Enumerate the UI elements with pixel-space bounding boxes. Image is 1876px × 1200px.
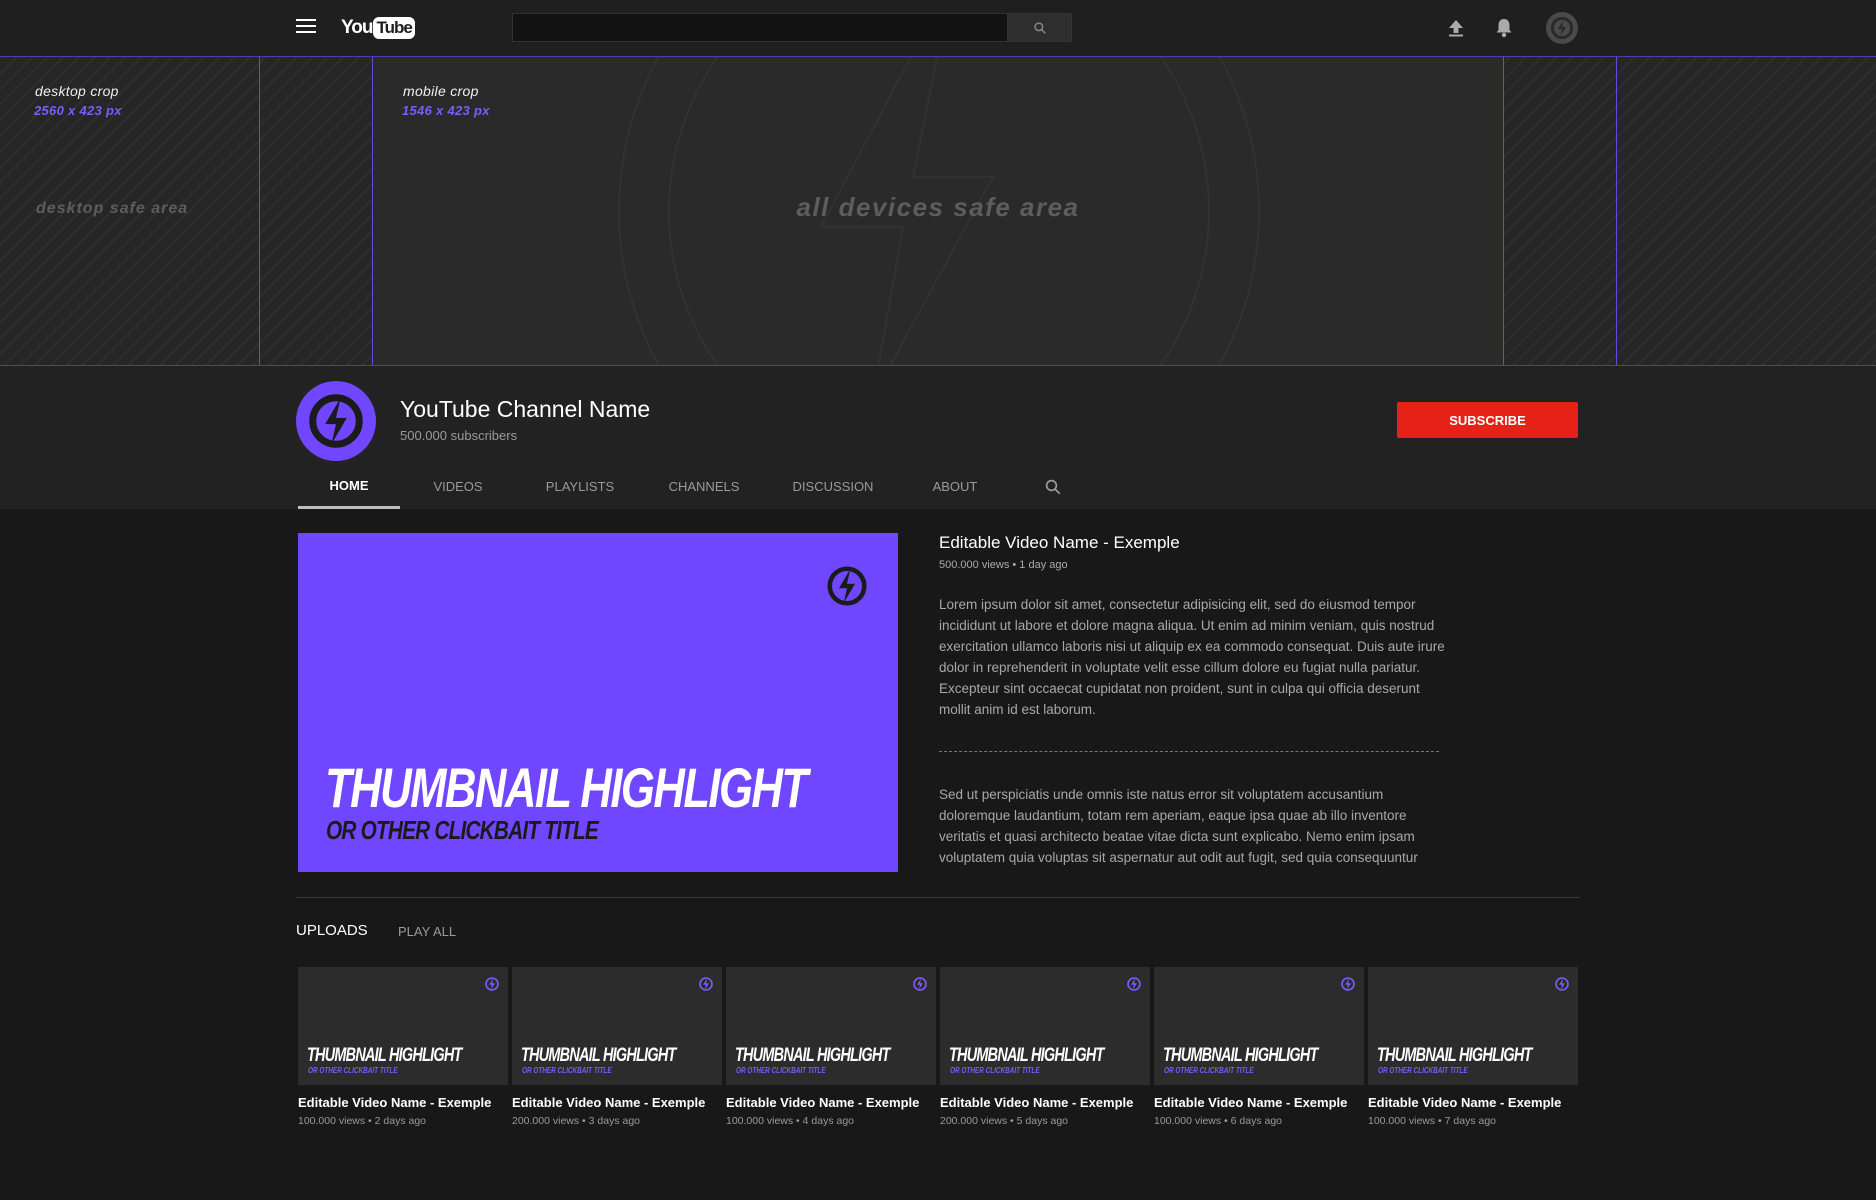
video-thumbnail[interactable]: THUMBNAIL HIGHLIGHT OR OTHER CLICKBAIT TI… <box>726 967 936 1085</box>
featured-thumbnail-subtitle: OR OTHER CLICKBAIT TITLE <box>326 815 599 845</box>
mobile-crop-label: mobile crop <box>403 83 479 99</box>
featured-video-meta: 500.000 views • 1 day ago <box>939 559 1068 571</box>
video-title[interactable]: Editable Video Name - Exemple <box>512 1095 722 1110</box>
featured-thumbnail-title: THUMBNAIL HIGHLIGHT <box>325 756 808 819</box>
channel-header: YouTube Channel Name 500.000 subscribers… <box>0 366 1876 509</box>
channel-search-button[interactable] <box>1040 464 1066 509</box>
uploads-section-title: UPLOADS <box>296 922 368 939</box>
desktop-safe-area-label: desktop safe area <box>36 200 189 217</box>
channel-banner: desktop crop 2560 x 423 px desktop safe … <box>0 56 1876 366</box>
search-button[interactable] <box>1007 13 1072 42</box>
hamburger-menu-icon[interactable] <box>296 19 316 35</box>
video-thumbnail-title: THUMBNAIL HIGHLIGHT <box>1163 1045 1318 1066</box>
video-thumbnail-subtitle: OR OTHER CLICKBAIT TITLE <box>950 1066 1040 1075</box>
channel-logo-icon <box>913 977 927 991</box>
desktop-crop-size: 2560 x 423 px <box>34 103 122 118</box>
subscriber-count: 500.000 subscribers <box>400 428 518 443</box>
desktop-safe-boundary-right <box>1616 57 1617 365</box>
video-thumbnail-title: THUMBNAIL HIGHLIGHT <box>521 1045 676 1066</box>
youtube-logo[interactable]: You Tube <box>341 14 415 42</box>
logo-tube-text: Tube <box>373 17 415 39</box>
video-card[interactable]: THUMBNAIL HIGHLIGHT OR OTHER CLICKBAIT TI… <box>726 967 936 1137</box>
video-meta: 100.000 views • 4 days ago <box>726 1115 855 1127</box>
search-icon <box>1033 21 1046 34</box>
channel-logo-icon <box>485 977 499 991</box>
featured-video-description: Lorem ipsum dolor sit amet, consectetur … <box>939 597 1445 717</box>
video-thumbnail-subtitle: OR OTHER CLICKBAIT TITLE <box>1378 1066 1468 1075</box>
section-divider <box>296 897 1580 898</box>
channel-avatar[interactable] <box>296 381 376 461</box>
video-card[interactable]: THUMBNAIL HIGHLIGHT OR OTHER CLICKBAIT TI… <box>298 967 508 1137</box>
video-thumbnail-title: THUMBNAIL HIGHLIGHT <box>307 1045 462 1066</box>
channel-logo-icon <box>1555 977 1569 991</box>
logo-you-text: You <box>341 17 374 38</box>
play-all-button[interactable]: PLAY ALL <box>398 924 456 939</box>
video-card[interactable]: THUMBNAIL HIGHLIGHT OR OTHER CLICKBAIT TI… <box>1368 967 1578 1137</box>
channel-logo-icon <box>309 394 363 448</box>
tab-videos[interactable]: VIDEOS <box>420 464 496 509</box>
notifications-button[interactable] <box>1492 16 1516 40</box>
video-meta: 100.000 views • 6 days ago <box>1154 1115 1283 1127</box>
video-thumbnail[interactable]: THUMBNAIL HIGHLIGHT OR OTHER CLICKBAIT TI… <box>512 967 722 1085</box>
channel-home-content: THUMBNAIL HIGHLIGHT OR OTHER CLICKBAIT T… <box>0 509 1876 1200</box>
video-title[interactable]: Editable Video Name - Exemple <box>726 1095 936 1110</box>
video-card[interactable]: THUMBNAIL HIGHLIGHT OR OTHER CLICKBAIT TI… <box>1154 967 1364 1137</box>
video-thumbnail-subtitle: OR OTHER CLICKBAIT TITLE <box>736 1066 826 1075</box>
bell-icon <box>1496 19 1512 38</box>
video-thumbnail-title: THUMBNAIL HIGHLIGHT <box>1377 1045 1532 1066</box>
search-icon <box>1045 479 1061 494</box>
mobile-safe-area: mobile crop 1546 x 423 px all devices sa… <box>372 57 1504 365</box>
upload-icon <box>1449 20 1463 37</box>
video-meta: 100.000 views • 7 days ago <box>1368 1115 1497 1127</box>
desktop-safe-boundary-left <box>259 57 260 365</box>
video-thumbnail[interactable]: THUMBNAIL HIGHLIGHT OR OTHER CLICKBAIT TI… <box>940 967 1150 1085</box>
channel-logo-icon <box>699 977 713 991</box>
video-meta: 200.000 views • 5 days ago <box>940 1115 1069 1127</box>
mobile-crop-size: 1546 x 423 px <box>402 103 490 118</box>
tab-home[interactable]: HOME <box>298 464 400 509</box>
desktop-crop-label: desktop crop <box>35 83 119 99</box>
video-thumbnail[interactable]: THUMBNAIL HIGHLIGHT OR OTHER CLICKBAIT TI… <box>298 967 508 1085</box>
featured-video-thumbnail[interactable]: THUMBNAIL HIGHLIGHT OR OTHER CLICKBAIT T… <box>298 533 898 872</box>
video-thumbnail-subtitle: OR OTHER CLICKBAIT TITLE <box>1164 1066 1254 1075</box>
video-thumbnail[interactable]: THUMBNAIL HIGHLIGHT OR OTHER CLICKBAIT TI… <box>1154 967 1364 1085</box>
description-divider <box>939 751 1439 752</box>
tab-about[interactable]: ABOUT <box>925 464 985 509</box>
tab-playlists[interactable]: PLAYLISTS <box>535 464 625 509</box>
video-thumbnail-title: THUMBNAIL HIGHLIGHT <box>949 1045 1104 1066</box>
video-thumbnail-subtitle: OR OTHER CLICKBAIT TITLE <box>522 1066 612 1075</box>
featured-video-description-more: Sed ut perspiciatis unde omnis iste natu… <box>939 787 1418 865</box>
channel-tabs: HOME VIDEOS PLAYLISTS CHANNELS DISCUSSIO… <box>0 464 1876 509</box>
channel-logo-icon <box>827 566 867 606</box>
video-title[interactable]: Editable Video Name - Exemple <box>1154 1095 1364 1110</box>
channel-logo-icon <box>1341 977 1355 991</box>
video-thumbnail-title: THUMBNAIL HIGHLIGHT <box>735 1045 890 1066</box>
tab-channels[interactable]: CHANNELS <box>660 464 748 509</box>
video-meta: 200.000 views • 3 days ago <box>512 1115 641 1127</box>
all-devices-safe-area-label: all devices safe area <box>796 192 1080 222</box>
video-thumbnail[interactable]: THUMBNAIL HIGHLIGHT OR OTHER CLICKBAIT TI… <box>1368 967 1578 1085</box>
channel-name: YouTube Channel Name <box>400 396 651 422</box>
video-card[interactable]: THUMBNAIL HIGHLIGHT OR OTHER CLICKBAIT TI… <box>512 967 722 1137</box>
featured-video-title[interactable]: Editable Video Name - Exemple <box>939 533 1180 553</box>
channel-logo-icon <box>1550 16 1574 40</box>
tab-discussion[interactable]: DISCUSSION <box>785 464 881 509</box>
video-meta: 100.000 views • 2 days ago <box>298 1115 427 1127</box>
channel-logo-icon <box>1127 977 1141 991</box>
search-input[interactable] <box>512 13 1008 42</box>
subscribe-button[interactable]: SUBSCRIBE <box>1397 402 1578 438</box>
top-navigation-bar: You Tube <box>0 0 1876 56</box>
video-title[interactable]: Editable Video Name - Exemple <box>298 1095 508 1110</box>
video-title[interactable]: Editable Video Name - Exemple <box>940 1095 1150 1110</box>
video-thumbnail-subtitle: OR OTHER CLICKBAIT TITLE <box>308 1066 398 1075</box>
video-card[interactable]: THUMBNAIL HIGHLIGHT OR OTHER CLICKBAIT TI… <box>940 967 1150 1137</box>
video-title[interactable]: Editable Video Name - Exemple <box>1368 1095 1578 1110</box>
account-avatar[interactable] <box>1546 12 1578 44</box>
upload-button[interactable] <box>1444 16 1468 40</box>
